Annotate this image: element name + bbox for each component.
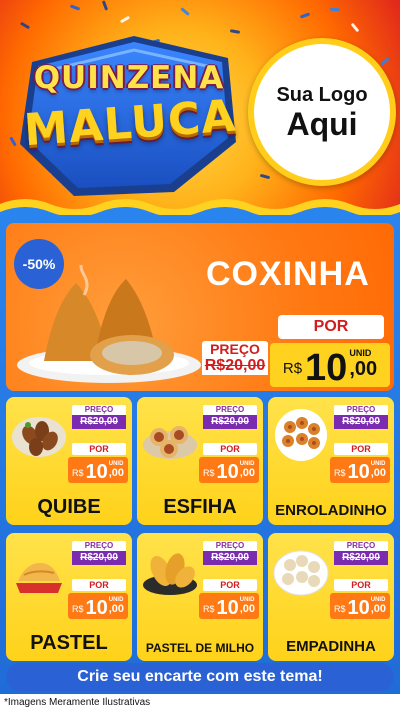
por-label: POR [278,315,384,339]
disclaimer: *Imagens Meramente Ilustrativas [0,694,400,711]
new-price: R$ 10 UNID ,00 [330,593,390,619]
price-integer: 10 [85,597,108,619]
price-label: PREÇO [334,541,388,551]
price-decimal: ,00 [108,603,125,615]
price-label: PREÇO [72,405,126,415]
old-price-tag: PREÇO R$20,00 [203,541,257,565]
old-price: R$20,00 [203,551,257,565]
por-label: POR [72,443,126,455]
currency: R$ [333,604,346,614]
currency: R$ [333,468,346,478]
confetti-piece [101,0,109,11]
por-label: POR [334,579,388,591]
old-price: R$20,00 [202,357,268,375]
price-integer: 10 [347,461,370,483]
old-price: R$20,00 [334,551,388,565]
price-decimal: ,00 [108,467,125,479]
featured-old-price-tag: PREÇO R$20,00 [202,341,268,387]
logo-placeholder[interactable]: Sua Logo Aqui [248,38,396,186]
por-label: POR [334,443,388,455]
price-integer: 10 [216,597,239,619]
confetti-piece [180,7,190,16]
price-decimal: ,00 [239,467,256,479]
product-grid: PREÇO R$20,00 POR R$ 10 UNID ,00 QUIBE PREÇO R$20… [6,397,394,677]
new-price: R$ 10 UNID ,00 [199,593,259,619]
old-price-tag: PREÇO R$20,00 [334,405,388,429]
price-integer: 10 [216,461,239,483]
featured-product-name: COXINHA [206,255,370,293]
hero-banner: QUINZENA MALUCA Sua Logo Aqui [0,0,400,215]
unit-label: UNID [349,348,372,358]
product-card[interactable]: PREÇO R$20,00 POR R$ 10 UNID ,00 ENROLADINHO [268,397,394,525]
old-price: R$20,00 [72,551,126,565]
price-label: PREÇO [203,541,257,551]
currency: R$ [202,468,215,478]
old-price: R$20,00 [203,415,257,429]
product-card[interactable]: PREÇO R$20,00 POR R$ 10 UNID ,00 QUIBE [6,397,132,525]
price-integer: 10 [85,461,108,483]
price-label: PREÇO [202,341,268,357]
empadinha-food-icon [273,550,329,596]
new-price: R$ 10 UNID ,00 [68,593,128,619]
currency: R$ [202,604,215,614]
product-name: EMPADINHA [286,638,376,655]
old-price: R$20,00 [72,415,126,429]
confetti-piece [350,22,360,33]
old-price-tag: PREÇO R$20,00 [72,405,126,429]
confetti-piece [119,15,131,24]
confetti-piece [259,173,271,180]
offers-area: -50% COXINHA PREÇO R$20,00 POR R$ 10 UNI… [0,215,400,711]
price-decimal: ,00 [239,603,256,615]
product-name: PASTEL DE MILHO [145,641,255,655]
title-line-1: QUINZENA [33,60,225,96]
product-name: ENROLADINHO [275,502,387,519]
price-decimal: ,00 [349,358,378,380]
currency: R$ [71,468,84,478]
confetti-piece [69,4,81,11]
featured-offer-card[interactable]: -50% COXINHA PREÇO R$20,00 POR R$ 10 UNI… [6,223,394,391]
por-label: POR [203,579,257,591]
product-card[interactable]: PREÇO R$20,00 POR R$ 10 UNID ,00 PASTEL [6,533,132,661]
price-decimal: ,00 [370,603,387,615]
coxinha-food-icon [17,265,201,383]
old-price-tag: PREÇO R$20,00 [203,405,257,429]
new-price: R$ 10 UNID ,00 [330,457,390,483]
create-flyer-button[interactable]: Crie seu encarte com este tema! [6,663,394,691]
esfiha-food-icon [143,426,197,459]
old-price-tag: PREÇO R$20,00 [72,541,126,565]
featured-new-price: R$ 10 UNID ,00 [270,343,390,387]
confetti-piece [329,7,341,12]
por-label: POR [203,443,257,455]
product-name: PASTEL [30,632,108,654]
price-integer: 10 [305,347,348,389]
product-name: ESFIHA [163,496,237,518]
pastel-food-icon [16,563,62,593]
new-price: R$ 10 UNID ,00 [199,457,259,483]
product-card[interactable]: PREÇO R$20,00 POR R$ 10 UNID ,00 ESFIHA [137,397,263,525]
logo-text-line-1: Sua Logo [276,83,368,106]
confetti-piece [299,12,311,19]
pastel-de-milho-food-icon [143,553,197,595]
old-price: R$20,00 [334,415,388,429]
price-label: PREÇO [72,541,126,551]
price-label: PREÇO [334,405,388,415]
quibe-food-icon [12,417,66,457]
price-label: PREÇO [203,405,257,415]
old-price-tag: PREÇO R$20,00 [334,541,388,565]
price-decimal: ,00 [370,467,387,479]
currency: R$ [282,360,303,377]
currency: R$ [71,604,84,614]
new-price: R$ 10 UNID ,00 [68,457,128,483]
product-name: QUIBE [37,496,101,518]
logo-text-line-2: Aqui [286,105,358,142]
product-card[interactable]: PREÇO R$20,00 POR R$ 10 UNID ,00 PASTEL DE MILH… [137,533,263,661]
confetti-piece [19,21,31,30]
por-label: POR [72,579,126,591]
confetti-piece [380,57,390,66]
enroladinho-food-icon [275,409,327,461]
price-integer: 10 [347,597,370,619]
product-card[interactable]: PREÇO R$20,00 POR R$ 10 UNID ,00 EMPADINHA [268,533,394,661]
